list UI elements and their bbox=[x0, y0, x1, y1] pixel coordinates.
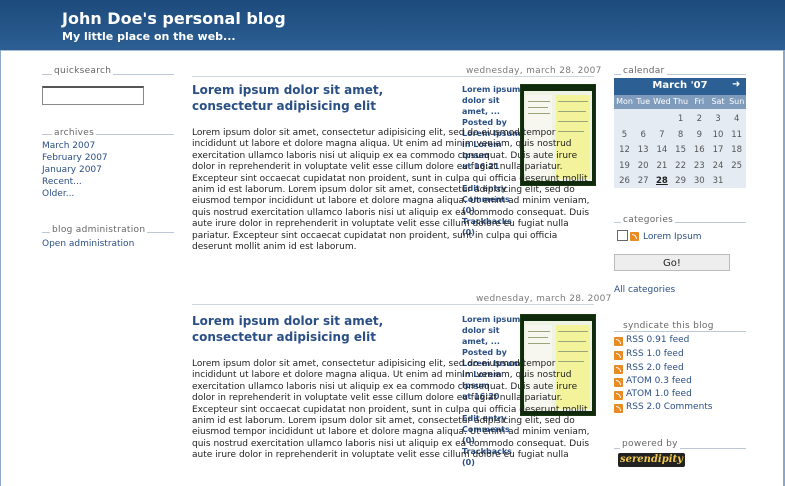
go-button[interactable]: Go! bbox=[614, 254, 730, 271]
calendar-day: 20 bbox=[637, 160, 649, 171]
archive-link-march-2007[interactable]: March 2007 bbox=[42, 141, 95, 151]
category-checkbox[interactable] bbox=[617, 230, 628, 241]
feed-rss20-link[interactable]: RSS 2.0 feed bbox=[626, 363, 684, 373]
calendar-day: 16 bbox=[693, 145, 705, 155]
calendar-day: 18 bbox=[731, 145, 743, 155]
syndicate-title: syndicate this blog bbox=[621, 321, 716, 331]
entry-date: wednesday, march 28. 2007 bbox=[474, 294, 612, 304]
calendar-day: 26 bbox=[619, 176, 630, 186]
rss-icon[interactable] bbox=[614, 337, 623, 346]
rss-icon[interactable] bbox=[614, 365, 623, 374]
rss-icon[interactable] bbox=[614, 351, 623, 360]
posted-by-label: Posted by bbox=[462, 348, 507, 357]
calendar-day: 21 bbox=[656, 160, 668, 171]
calendar-day[interactable]: 28 bbox=[652, 176, 671, 186]
quicksearch-title: quicksearch bbox=[52, 66, 114, 76]
calendar-day: 30 bbox=[693, 176, 705, 186]
calendar-day: 7 bbox=[659, 129, 665, 140]
calendar-weekday-fri: Fri bbox=[694, 97, 705, 106]
archive-link-older[interactable]: Older... bbox=[42, 189, 74, 199]
feed-rss091-link[interactable]: RSS 0.91 feed bbox=[626, 335, 689, 345]
calendar-title: calendar bbox=[621, 66, 667, 76]
calendar-day: 17 bbox=[712, 145, 724, 155]
serendipity-logo[interactable]: serendipity bbox=[618, 453, 685, 467]
calendar-month: March '07 bbox=[652, 80, 708, 91]
feed-atom03-link[interactable]: ATOM 0.3 feed bbox=[626, 376, 692, 386]
rss-icon[interactable] bbox=[614, 404, 623, 413]
entry-body: Lorem ipsum dolor sit amet, consectetur … bbox=[192, 128, 590, 253]
divider bbox=[614, 331, 746, 332]
archive-link-recent[interactable]: Recent... bbox=[42, 177, 82, 187]
entry-title[interactable]: Lorem ipsum dolor sit amet, consectetur … bbox=[192, 313, 462, 345]
calendar-day: 24 bbox=[712, 160, 724, 171]
date-divider bbox=[192, 304, 594, 305]
posted-by-label: Posted by bbox=[462, 118, 507, 127]
calendar-day: 22 bbox=[675, 160, 686, 171]
date-divider bbox=[192, 76, 594, 77]
entry-meta-title[interactable]: Lorem ipsum dolor sit amet, ... bbox=[462, 84, 522, 117]
quicksearch-input[interactable] bbox=[42, 86, 144, 105]
calendar-day: 31 bbox=[712, 176, 724, 186]
calendar-day: 29 bbox=[675, 176, 686, 186]
blog-description: My little place on the web... bbox=[62, 30, 236, 43]
archive-link-january-2007[interactable]: January 2007 bbox=[42, 165, 102, 175]
calendar-day: 10 bbox=[712, 129, 724, 140]
calendar-next-arrow-icon[interactable]: ➜ bbox=[732, 79, 740, 90]
calendar-day: 14 bbox=[656, 145, 668, 155]
calendar-day: 23 bbox=[693, 160, 705, 171]
calendar-weekday-sun: Sun bbox=[729, 97, 745, 106]
calendar-day: 5 bbox=[621, 129, 628, 140]
blog-title[interactable]: John Doe's personal blog bbox=[62, 9, 286, 28]
calendar-day: 4 bbox=[733, 114, 740, 124]
calendar-day: 1 bbox=[677, 114, 684, 124]
calendar-day: 3 bbox=[715, 114, 721, 124]
calendar-day: 9 bbox=[696, 129, 702, 140]
calendar-day: 27 bbox=[637, 176, 649, 186]
categories-title: categories bbox=[621, 215, 676, 225]
calendar-day: 19 bbox=[619, 160, 630, 171]
feed-rss10-link[interactable]: RSS 1.0 feed bbox=[626, 349, 684, 359]
calendar-day: 25 bbox=[731, 160, 743, 171]
calendar-day: 11 bbox=[731, 129, 743, 140]
calendar-day: 6 bbox=[640, 129, 646, 140]
calendar-weekday-thu: Thu bbox=[673, 97, 689, 106]
page-frame-left bbox=[0, 50, 1, 486]
category-lorem-ipsum-link[interactable]: Lorem Ipsum bbox=[643, 232, 702, 242]
archive-link-february-2007[interactable]: February 2007 bbox=[42, 153, 108, 163]
feed-atom10-link[interactable]: ATOM 1.0 feed bbox=[626, 389, 692, 399]
rss-icon[interactable] bbox=[614, 391, 623, 400]
calendar-day: 8 bbox=[677, 129, 684, 140]
powered-by-title: powered by bbox=[620, 439, 680, 449]
open-administration-link[interactable]: Open administration bbox=[42, 239, 134, 249]
entry-title[interactable]: Lorem ipsum dolor sit amet, consectetur … bbox=[192, 82, 462, 114]
all-categories-link[interactable]: All categories bbox=[614, 285, 675, 295]
entry-meta-title[interactable]: Lorem ipsum dolor sit amet, ... bbox=[462, 314, 522, 347]
feed-rss20-comments-link[interactable]: RSS 2.0 Comments bbox=[626, 402, 713, 412]
blog-header: John Doe's personal blog My little place… bbox=[0, 0, 785, 51]
calendar-day: 15 bbox=[675, 145, 686, 155]
rss-icon[interactable] bbox=[614, 378, 623, 387]
calendar-day: 12 bbox=[619, 145, 630, 155]
calendar-weekday-wed: Wed bbox=[653, 97, 671, 106]
calendar-day: 13 bbox=[637, 145, 649, 155]
entry-body: Lorem ipsum dolor sit amet, consectetur … bbox=[192, 359, 590, 461]
archives-title: archives bbox=[52, 128, 97, 138]
blog-admin-title: blog administration bbox=[50, 225, 148, 235]
calendar-weekday-tue: Tue bbox=[636, 97, 651, 106]
calendar-weekday-sat: Sat bbox=[711, 97, 725, 106]
rss-icon[interactable] bbox=[630, 232, 639, 241]
entry-date: wednesday, march 28. 2007 bbox=[464, 66, 602, 76]
calendar-day: 2 bbox=[696, 114, 702, 124]
calendar-weekday-mon: Mon bbox=[616, 97, 633, 106]
